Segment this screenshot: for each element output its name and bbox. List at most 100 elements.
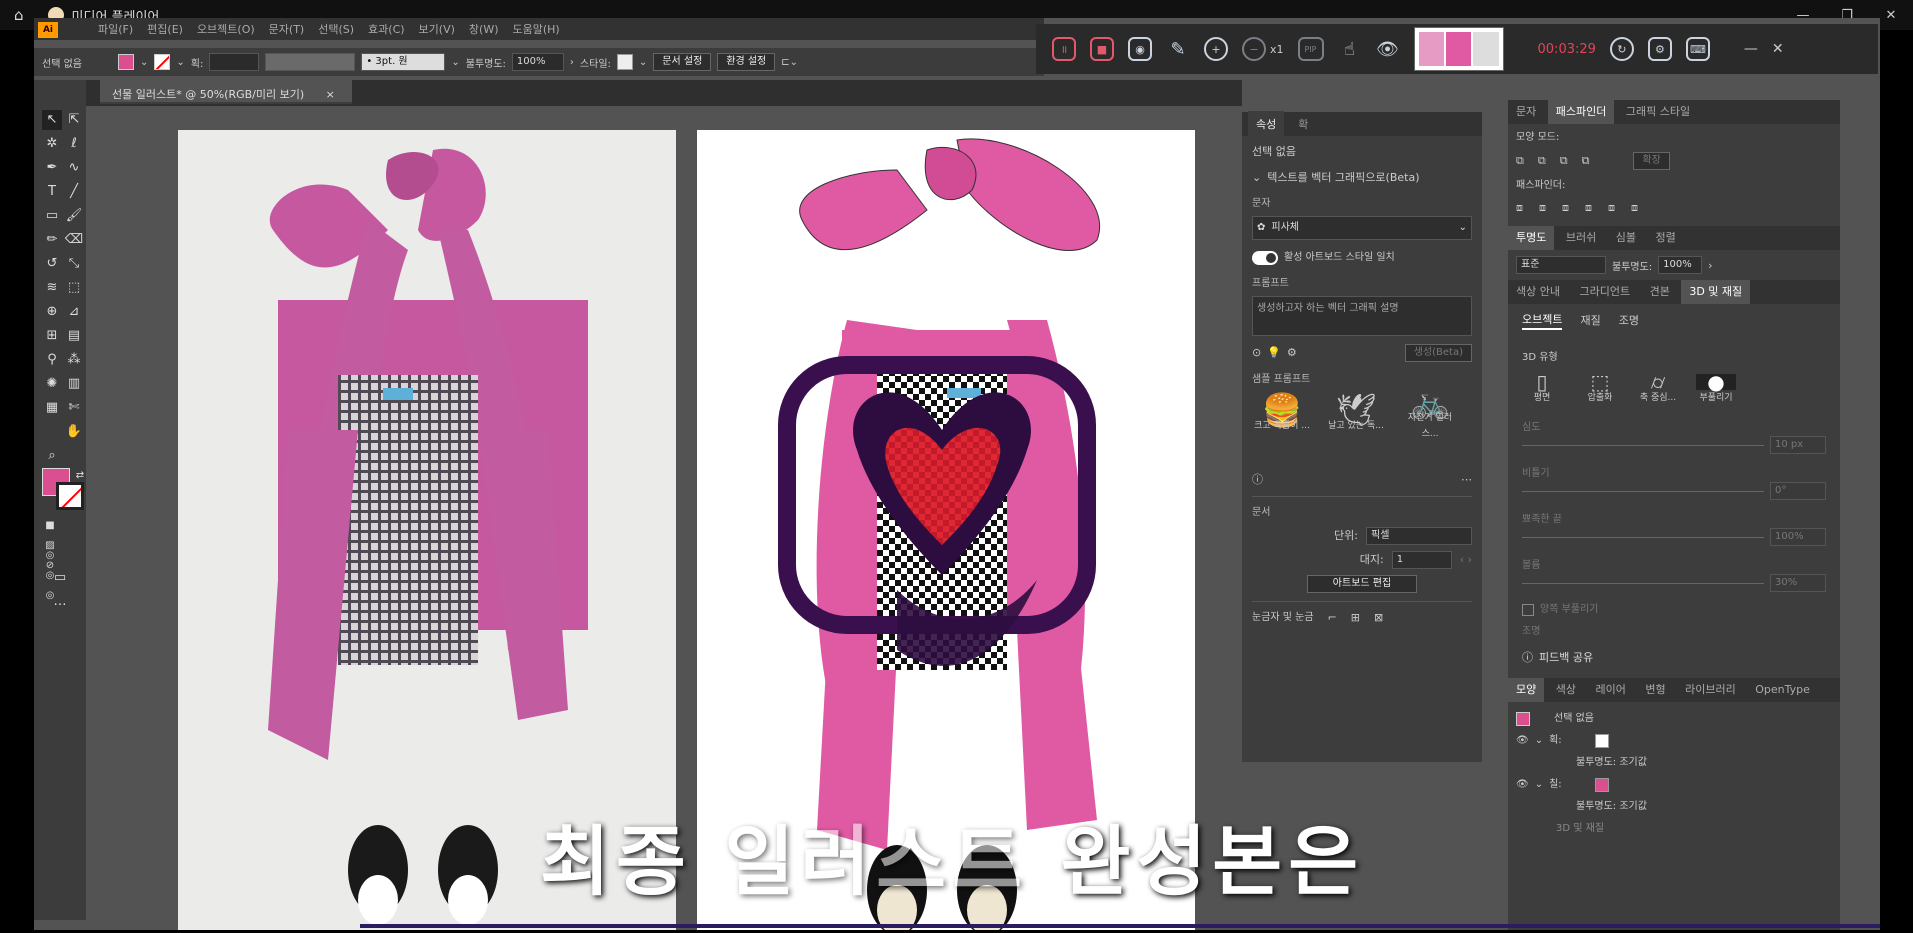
- tab-swatches[interactable]: 견본: [1642, 280, 1678, 304]
- zoom-out-icon[interactable]: −: [1242, 37, 1266, 61]
- edit-artboard-button[interactable]: 아트보드 편집: [1307, 575, 1417, 593]
- chevron-down-icon[interactable]: ⌄: [1535, 730, 1543, 752]
- screen-mode-icon[interactable]: ▭: [50, 568, 70, 588]
- tab-graphic-styles[interactable]: 그래픽 스타일: [1618, 100, 1698, 124]
- stroke-swatch[interactable]: [1595, 734, 1610, 748]
- direct-selection-tool-icon[interactable]: ⇱: [64, 110, 84, 130]
- dropdown-arrow-icon[interactable]: ⌄: [140, 57, 148, 68]
- tab-3d-materials[interactable]: 3D 및 재질: [1681, 280, 1751, 304]
- inflate-both-checkbox[interactable]: [1522, 604, 1534, 616]
- chevron-down-icon[interactable]: ⌄: [1252, 170, 1261, 186]
- subtab-materials[interactable]: 재질: [1580, 313, 1600, 329]
- scale-icon[interactable]: ⤡: [64, 254, 84, 274]
- symbol-sprayer-icon[interactable]: ✺: [42, 374, 62, 394]
- tab-properties[interactable]: 속성: [1248, 111, 1285, 137]
- color-mode-icon[interactable]: ■ ▨ ⊘: [40, 516, 60, 571]
- tab-symbols[interactable]: 심볼: [1608, 226, 1644, 250]
- rotate-icon[interactable]: ↺: [42, 254, 62, 274]
- curvature-icon[interactable]: ∿: [64, 158, 84, 178]
- mesh-icon[interactable]: ⊞: [42, 326, 62, 346]
- fill-opacity[interactable]: 불투명도: 조기값: [1516, 796, 1832, 818]
- zoom-in-icon[interactable]: +: [1204, 37, 1228, 61]
- twist-slider[interactable]: [1522, 490, 1764, 492]
- tab-gradient[interactable]: 그라디언트: [1571, 280, 1638, 304]
- menu-item[interactable]: 파일(F): [98, 21, 133, 37]
- sample-prompt-bike[interactable]: 🚲 자전거 일러스...: [1400, 386, 1460, 442]
- pencil-tool-icon[interactable]: ✏: [42, 230, 62, 250]
- preferences-button[interactable]: 환경 설정: [717, 53, 776, 71]
- dropdown-arrow-icon[interactable]: ⌄: [451, 57, 459, 68]
- taper-field[interactable]: 100%: [1770, 528, 1826, 546]
- divide-icon[interactable]: ⧈: [1516, 200, 1523, 216]
- 3d-type-plane[interactable]: ▯ 평면: [1522, 372, 1562, 406]
- subtab-object[interactable]: 오브젝트: [1522, 312, 1563, 330]
- eyedropper-icon[interactable]: ⚲: [42, 350, 62, 370]
- chevron-down-icon[interactable]: ⌄: [1535, 774, 1543, 796]
- close-recorder-icon[interactable]: ✕: [1772, 41, 1784, 57]
- transparency-grid-icon[interactable]: ⊠: [1374, 610, 1383, 626]
- gear-icon[interactable]: ⚙: [1287, 345, 1297, 361]
- type-tool-icon[interactable]: T: [42, 182, 62, 202]
- tab-pathfinder[interactable]: 패스파인더: [1547, 100, 1615, 124]
- tab-appearance[interactable]: 모양: [1508, 678, 1545, 702]
- brush-style-field[interactable]: • 3pt. 원: [361, 53, 446, 71]
- 3d-type-revolve[interactable]: ⌭ 축 중심...: [1638, 372, 1678, 406]
- column-graph-icon[interactable]: ▥: [64, 374, 84, 394]
- slice-icon[interactable]: ✄: [64, 398, 84, 418]
- hand-tool-icon[interactable]: ✋: [64, 422, 84, 442]
- menu-item[interactable]: 문자(T): [269, 21, 305, 37]
- subject-dropdown[interactable]: ✿ 피사체 ⌄: [1252, 216, 1472, 240]
- stop-icon[interactable]: ■: [1090, 37, 1114, 61]
- minimize-recorder-icon[interactable]: —: [1744, 41, 1758, 57]
- eye-icon[interactable]: 👁: [1516, 730, 1529, 752]
- timer-icon[interactable]: ↻: [1609, 37, 1634, 61]
- gradient-icon[interactable]: ▤: [64, 326, 84, 346]
- prompt-input[interactable]: 생성하고자 하는 벡터 그래픽 설명: [1252, 296, 1472, 336]
- more-tools-icon[interactable]: …: [50, 592, 70, 612]
- eye-icon[interactable]: 👁: [1516, 774, 1529, 796]
- crop-icon[interactable]: ⧈: [1585, 200, 1592, 216]
- camera-icon[interactable]: ◉: [1128, 37, 1152, 61]
- artboard-tool-icon[interactable]: ▦: [42, 398, 62, 418]
- outline-icon[interactable]: ⧈: [1608, 200, 1615, 216]
- chevron-right-icon[interactable]: ›: [1708, 259, 1712, 272]
- magic-wand-icon[interactable]: ✲: [42, 134, 62, 154]
- volume-slider[interactable]: [1522, 582, 1764, 584]
- rectangle-tool-icon[interactable]: ▭: [42, 206, 62, 226]
- taper-slider[interactable]: [1522, 536, 1764, 538]
- eraser-icon[interactable]: ⌫: [64, 230, 84, 250]
- exclude-icon[interactable]: ⧉: [1582, 153, 1590, 169]
- free-transform-icon[interactable]: ⬚: [64, 278, 84, 298]
- style-swatch[interactable]: [616, 54, 633, 70]
- depth-slider[interactable]: [1522, 444, 1764, 446]
- volume-field[interactable]: 30%: [1770, 574, 1826, 592]
- tab-transparency[interactable]: 투명도: [1508, 226, 1555, 250]
- pause-icon[interactable]: ॥: [1052, 37, 1076, 61]
- stroke-weight-field[interactable]: [209, 53, 260, 71]
- 3d-type-inflate[interactable]: ● 부풀리기: [1696, 372, 1736, 406]
- cursor-effect-icon[interactable]: ☝: [1338, 37, 1362, 61]
- tab-layers[interactable]: 레이어: [1588, 678, 1634, 702]
- artboard-dropdown[interactable]: 1: [1391, 551, 1452, 569]
- keyboard-icon[interactable]: ⌨: [1685, 37, 1710, 61]
- generate-button[interactable]: 생성(Beta): [1404, 344, 1472, 362]
- pencil-icon[interactable]: ✎: [1166, 37, 1190, 61]
- unite-icon[interactable]: ⧉: [1516, 153, 1524, 169]
- trim-icon[interactable]: ⧈: [1539, 200, 1546, 216]
- variable-width-field[interactable]: [265, 53, 356, 71]
- pen-tool-icon[interactable]: ✒: [42, 158, 62, 178]
- opacity-field[interactable]: 100%: [511, 53, 564, 71]
- menu-item[interactable]: 효과(C): [368, 21, 405, 37]
- tab-color[interactable]: 색상: [1548, 678, 1584, 702]
- more-options-icon[interactable]: ⋯: [1461, 472, 1472, 488]
- sample-prompt-bird[interactable]: 🕊 날고 있는 독...: [1326, 394, 1386, 434]
- 3d-materials-effect[interactable]: 3D 및 재질: [1516, 818, 1832, 840]
- blend-icon[interactable]: ⁂: [64, 350, 84, 370]
- line-tool-icon[interactable]: ╱: [64, 182, 84, 202]
- sample-prompt-burger[interactable]: 🍔 크고 육즙이 ...: [1252, 394, 1312, 434]
- eye-icon[interactable]: 👁: [1376, 37, 1400, 61]
- minus-front-icon[interactable]: ⧉: [1538, 153, 1546, 169]
- warp-icon[interactable]: ≋: [42, 278, 62, 298]
- fill-swatch[interactable]: [1595, 778, 1610, 792]
- lightbulb-icon[interactable]: 💡: [1267, 345, 1281, 361]
